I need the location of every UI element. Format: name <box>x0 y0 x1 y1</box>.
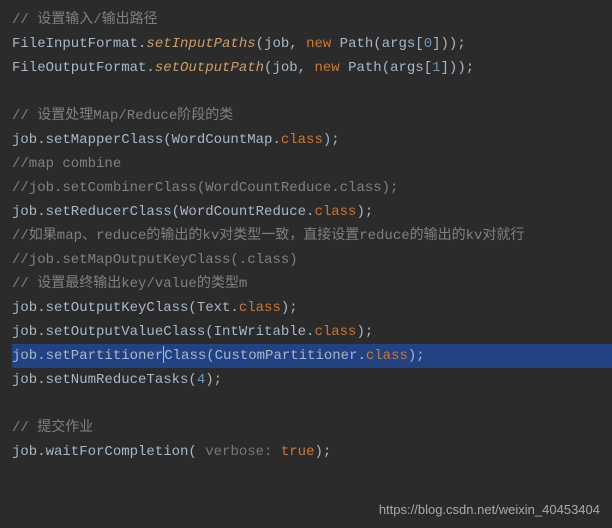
code-token: (job, <box>256 36 306 52</box>
code-token: job.setMapperClass(WordCountMap. <box>12 132 281 148</box>
comment: //map combine <box>12 156 121 172</box>
comment: // 设置最终输出key/value的类型m <box>12 276 247 292</box>
code-line: //map combine <box>12 152 612 176</box>
code-token: ); <box>314 444 331 460</box>
code-line: job.setReducerClass(WordCountReduce.clas… <box>12 200 612 224</box>
code-token: FileInputFormat. <box>12 36 146 52</box>
comment: // 设置输入/输出路径 <box>12 12 158 28</box>
code-token: job.setPartitioner <box>12 348 163 364</box>
code-line: //job.setMapOutputKeyClass(.class) <box>12 248 612 272</box>
code-line: //job.setCombinerClass(WordCountReduce.c… <box>12 176 612 200</box>
keyword: new <box>314 60 339 76</box>
code-token: job.setReducerClass(WordCountReduce. <box>12 204 314 220</box>
code-line: // 提交作业 <box>12 416 612 440</box>
code-token: job.setOutputKeyClass(Text. <box>12 300 239 316</box>
comment: //job.setMapOutputKeyClass(.class) <box>12 252 298 268</box>
code-line: // 设置输入/输出路径 <box>12 8 612 32</box>
comment: // 设置处理Map/Reduce阶段的类 <box>12 108 233 124</box>
keyword: new <box>306 36 331 52</box>
code-token: ); <box>281 300 298 316</box>
code-token: job.waitForCompletion( <box>12 444 197 460</box>
comment: //job.setCombinerClass(WordCountReduce.c… <box>12 180 398 196</box>
code-line <box>12 80 612 104</box>
code-line: // 设置处理Map/Reduce阶段的类 <box>12 104 612 128</box>
code-token: ); <box>356 204 373 220</box>
code-token: ); <box>323 132 340 148</box>
code-line: FileInputFormat.setInputPaths(job, new P… <box>12 32 612 56</box>
code-token: ); <box>205 372 222 388</box>
method-call: setInputPaths <box>146 36 255 52</box>
keyword: class <box>239 300 281 316</box>
code-editor[interactable]: // 设置输入/输出路径 FileInputFormat.setInputPat… <box>12 8 612 464</box>
code-line: FileOutputFormat.setOutputPath(job, new … <box>12 56 612 80</box>
code-line: job.setOutputKeyClass(Text.class); <box>12 296 612 320</box>
code-line: // 设置最终输出key/value的类型m <box>12 272 612 296</box>
keyword: class <box>314 204 356 220</box>
code-token: job.setOutputValueClass(IntWritable. <box>12 324 314 340</box>
param-hint: verbose: <box>197 444 281 460</box>
code-token: ); <box>356 324 373 340</box>
method-call: setOutputPath <box>155 60 264 76</box>
code-token: Path(args[ <box>340 60 432 76</box>
code-line: job.waitForCompletion( verbose: true); <box>12 440 612 464</box>
code-token: ])); <box>432 36 466 52</box>
code-line: job.setMapperClass(WordCountMap.class); <box>12 128 612 152</box>
code-line-selected: job.setPartitionerClass(CustomPartitione… <box>12 344 612 368</box>
code-line: job.setOutputValueClass(IntWritable.clas… <box>12 320 612 344</box>
keyword: class <box>281 132 323 148</box>
comment: //如果map、reduce的输出的kv对类型一致，直接设置reduce的输出的… <box>12 228 524 244</box>
code-line: job.setNumReduceTasks(4); <box>12 368 612 392</box>
code-line: //如果map、reduce的输出的kv对类型一致，直接设置reduce的输出的… <box>12 224 612 248</box>
number: 0 <box>424 36 432 52</box>
keyword: class <box>314 324 356 340</box>
code-token: ); <box>408 348 425 364</box>
keyword: true <box>281 444 315 460</box>
keyword: class <box>366 348 408 364</box>
number: 4 <box>197 372 205 388</box>
comment: // 提交作业 <box>12 420 93 436</box>
code-token: FileOutputFormat. <box>12 60 155 76</box>
code-token: ])); <box>441 60 475 76</box>
code-token: job.setNumReduceTasks( <box>12 372 197 388</box>
code-line <box>12 392 612 416</box>
code-token: Class(CustomPartitioner. <box>164 348 366 364</box>
number: 1 <box>432 60 440 76</box>
code-token: (job, <box>264 60 314 76</box>
watermark: https://blog.csdn.net/weixin_40453404 <box>379 498 600 522</box>
code-token: Path(args[ <box>331 36 423 52</box>
